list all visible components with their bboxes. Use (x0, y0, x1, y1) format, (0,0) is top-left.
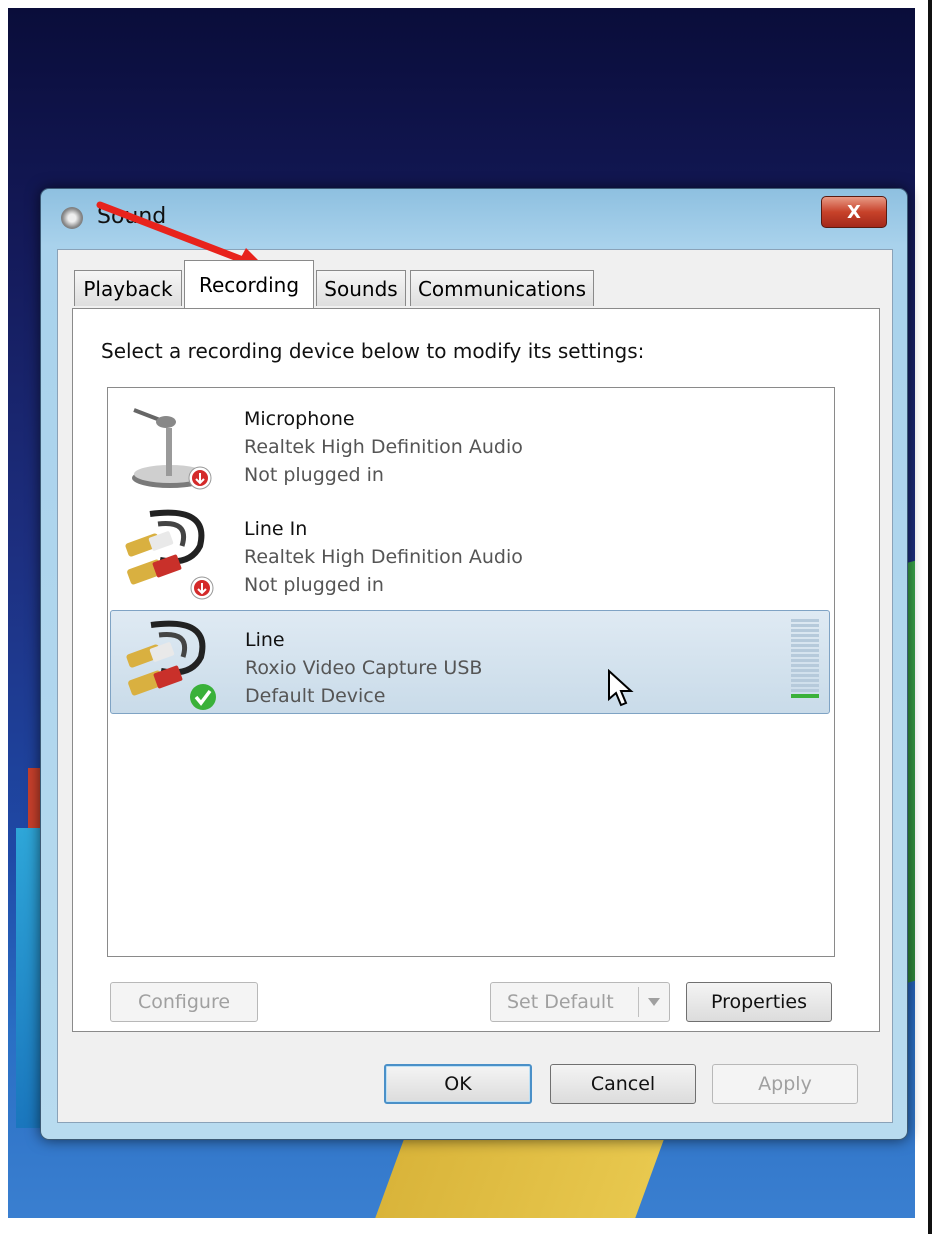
level-meter-bar (791, 659, 819, 662)
device-status: Not plugged in (244, 574, 384, 596)
device-name: Line In (244, 518, 308, 540)
tab-sounds[interactable]: Sounds (316, 270, 406, 306)
configure-button[interactable]: Configure (110, 982, 258, 1022)
default-check-icon (190, 684, 216, 710)
tab-playback[interactable]: Playback (74, 270, 182, 306)
rca-cable-icon (126, 620, 216, 710)
level-meter-bar (791, 669, 819, 672)
photo-border (928, 0, 932, 1234)
properties-button[interactable]: Properties (686, 982, 832, 1022)
level-meter-bar (791, 674, 819, 677)
device-list[interactable]: Microphone Realtek High Definition Audio… (107, 387, 835, 957)
ok-button[interactable]: OK (384, 1064, 532, 1104)
level-meter-bar (791, 619, 819, 622)
level-meter-bar (791, 644, 819, 647)
tab-communications[interactable]: Communications (410, 270, 594, 306)
rca-cable-icon (125, 509, 214, 600)
level-meter-bar (791, 689, 819, 692)
tab-recording[interactable]: Recording (184, 260, 314, 308)
microphone-icon (132, 408, 212, 490)
device-name: Line (245, 629, 285, 651)
set-default-label: Set Default (507, 991, 614, 1013)
level-meter-bar (791, 634, 819, 637)
device-name: Microphone (244, 408, 355, 430)
dialog-client: Playback Recording Sounds Communications… (57, 249, 893, 1123)
close-button[interactable]: X (821, 196, 887, 228)
device-status: Not plugged in (244, 464, 384, 486)
sound-dialog: Sound X Playback Recording Sounds Commun… (40, 188, 908, 1140)
device-status: Default Device (245, 685, 386, 707)
title-bar[interactable]: Sound X (41, 189, 907, 247)
level-meter-bar (791, 629, 819, 632)
level-meter-bar (791, 639, 819, 642)
level-meter-bar (791, 654, 819, 657)
instruction-text: Select a recording device below to modif… (101, 339, 645, 363)
set-default-button[interactable]: Set Default (490, 982, 670, 1022)
chevron-down-icon[interactable] (638, 987, 669, 1017)
level-meter-bar (791, 679, 819, 682)
apply-button[interactable]: Apply (712, 1064, 858, 1104)
mouse-cursor-icon (608, 669, 634, 707)
recording-panel: Select a recording device below to modif… (72, 308, 880, 1032)
device-description: Roxio Video Capture USB (245, 657, 483, 679)
level-meter-bar (791, 684, 819, 687)
window-title: Sound (97, 204, 167, 229)
cancel-button[interactable]: Cancel (550, 1064, 696, 1104)
device-description: Realtek High Definition Audio (244, 546, 523, 568)
device-description: Realtek High Definition Audio (244, 436, 523, 458)
device-item-line[interactable]: Line Roxio Video Capture USB Default Dev… (110, 610, 830, 714)
device-item-microphone[interactable]: Microphone Realtek High Definition Audio… (110, 390, 830, 494)
level-meter-bar (791, 664, 819, 667)
sound-app-icon (61, 207, 83, 229)
device-item-line-in[interactable]: Line In Realtek High Definition Audio No… (110, 500, 830, 604)
level-meter-bar (791, 649, 819, 652)
level-meter-bar (791, 694, 819, 698)
level-meter (791, 619, 819, 701)
level-meter-bar (791, 624, 819, 627)
